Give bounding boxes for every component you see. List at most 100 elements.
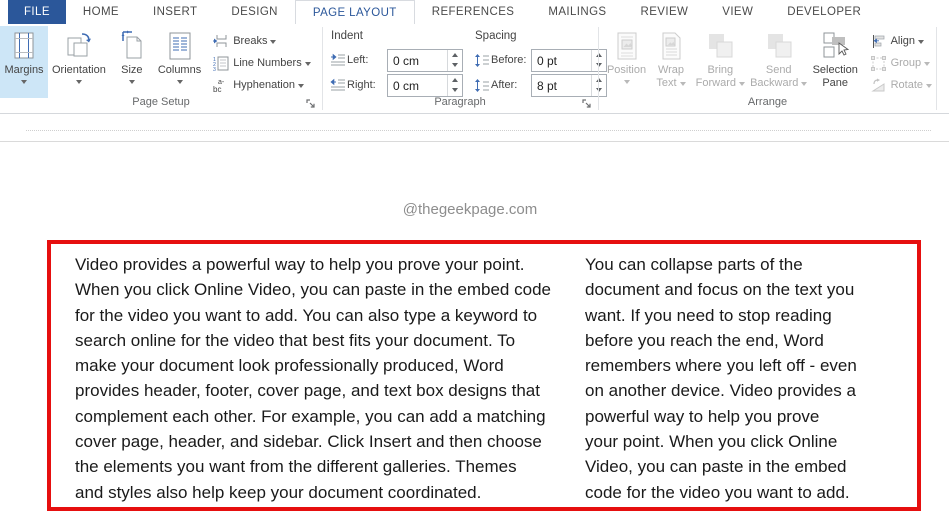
bring-forward-label-line2: Forward xyxy=(696,77,736,90)
tab-design[interactable]: DESIGN xyxy=(214,0,295,24)
bring-forward-label-line1: Bring xyxy=(707,64,733,77)
tab-home[interactable]: HOME xyxy=(66,0,136,24)
text-line: code for the video you want to add. xyxy=(585,480,885,505)
wrap-text-icon xyxy=(658,28,684,64)
wrap-text-button[interactable]: Wrap Text xyxy=(649,26,693,98)
page-setup-dialog-launcher[interactable] xyxy=(305,98,317,110)
position-icon xyxy=(614,28,640,64)
tab-view[interactable]: VIEW xyxy=(705,0,770,24)
group-page-setup: Margins Orientation xyxy=(0,24,322,113)
wrap-text-label-line1: Wrap xyxy=(658,64,684,77)
selection-pane-button[interactable]: Selection Pane xyxy=(810,26,861,98)
dropdown-caret-icon xyxy=(305,62,311,66)
line-numbers-button[interactable]: 1 2 3 Line Numbers xyxy=(209,52,313,74)
text-line: You can collapse parts of the xyxy=(585,252,885,277)
tab-page-layout[interactable]: PAGE LAYOUT xyxy=(295,0,415,24)
selection-pane-icon xyxy=(820,28,850,64)
text-line: and styles also help keep your document … xyxy=(75,480,555,505)
indent-left-label: Left: xyxy=(347,54,387,66)
dropdown-caret-icon xyxy=(270,40,276,44)
selection-pane-label-line2: Pane xyxy=(822,77,848,90)
spacing-after-value: 8 pt xyxy=(532,75,591,96)
margins-button[interactable]: Margins xyxy=(0,26,48,98)
group-label: Group xyxy=(891,57,922,69)
text-line: your point. When you click Online xyxy=(585,429,885,454)
group-arrange: Position Wrap Text xyxy=(600,24,935,113)
size-button[interactable]: Size xyxy=(110,26,154,98)
indent-left-input[interactable]: 0 cm xyxy=(387,49,463,72)
document-left-column[interactable]: Video provides a powerful way to help yo… xyxy=(75,252,555,505)
tab-insert[interactable]: INSERT xyxy=(136,0,214,24)
tab-references[interactable]: REFERENCES xyxy=(415,0,532,24)
text-line: cover page, header, and sidebar. Click I… xyxy=(75,429,555,454)
bring-forward-icon xyxy=(705,28,735,64)
spacing-before-label: Before: xyxy=(491,54,531,66)
text-line: before you reach the end, Word xyxy=(585,328,885,353)
orientation-button[interactable]: Orientation xyxy=(48,26,110,98)
spacing-before-value: 0 pt xyxy=(532,50,591,71)
columns-icon xyxy=(166,28,194,64)
line-numbers-icon: 1 2 3 xyxy=(212,55,229,71)
bring-forward-button[interactable]: Bring Forward xyxy=(693,26,748,98)
paragraph-group-label: Paragraph xyxy=(323,96,597,112)
tab-file[interactable]: FILE xyxy=(8,0,66,24)
text-line: search online for the video that best fi… xyxy=(75,328,555,353)
indent-right-spin-down[interactable] xyxy=(448,85,462,96)
hyphenation-button[interactable]: a- bc Hyphenation xyxy=(209,74,313,96)
word-window: FILE HOME INSERT DESIGN PAGE LAYOUT REFE… xyxy=(0,0,949,516)
rotate-button[interactable]: Rotate xyxy=(867,74,935,96)
position-button[interactable]: Position xyxy=(604,26,649,98)
group-separator xyxy=(598,27,599,110)
rotate-label: Rotate xyxy=(891,79,923,91)
tab-review[interactable]: REVIEW xyxy=(624,0,706,24)
dropdown-caret-icon xyxy=(926,84,932,88)
spacing-after-input[interactable]: 8 pt xyxy=(531,74,607,97)
indent-left-spin-down[interactable] xyxy=(448,60,462,71)
spacing-before-icon xyxy=(473,53,491,68)
text-line: on another device. Video provides a xyxy=(585,378,885,403)
indent-right-icon xyxy=(329,78,347,92)
breaks-button[interactable]: Breaks xyxy=(209,30,313,52)
dropdown-caret-icon xyxy=(21,80,27,84)
group-button[interactable]: Group xyxy=(867,52,935,74)
dropdown-caret-icon xyxy=(739,82,745,86)
indent-right-value: 0 cm xyxy=(388,75,447,96)
text-line: provides header, footer, cover page, and… xyxy=(75,378,555,403)
wrap-text-label-line2: Text xyxy=(656,77,676,90)
hyphenation-label: Hyphenation xyxy=(233,79,295,91)
page-setup-group-label: Page Setup xyxy=(0,96,322,112)
dropdown-caret-icon xyxy=(801,82,807,86)
send-backward-label-line1: Send xyxy=(766,64,792,77)
page-boundary-dotted-line xyxy=(26,130,931,131)
indent-right-spin-up[interactable] xyxy=(448,75,462,86)
paragraph-dialog-launcher[interactable] xyxy=(581,98,593,110)
document-right-column[interactable]: You can collapse parts of the document a… xyxy=(585,252,885,505)
watermark-text: @thegeekpage.com xyxy=(330,201,610,218)
spacing-before-input[interactable]: 0 pt xyxy=(531,49,607,72)
page-break-icon xyxy=(212,33,229,49)
align-button[interactable]: Align xyxy=(867,30,935,52)
margins-icon xyxy=(9,28,39,64)
columns-button[interactable]: Columns xyxy=(154,26,205,98)
spacing-section: Spacing Before: 0 pt xyxy=(473,30,607,97)
tab-developer[interactable]: DEVELOPER xyxy=(770,0,878,24)
text-line: When you click Online Video, you can pas… xyxy=(75,277,555,302)
ribbon: Margins Orientation xyxy=(0,24,949,114)
indent-left-spin-up[interactable] xyxy=(448,50,462,61)
rotate-icon xyxy=(870,77,887,93)
dropdown-caret-icon xyxy=(177,80,183,84)
text-line: for the video you want to add. You can a… xyxy=(75,303,555,328)
ribbon-tab-bar: FILE HOME INSERT DESIGN PAGE LAYOUT REFE… xyxy=(0,0,949,24)
send-backward-button[interactable]: Send Backward xyxy=(748,26,810,98)
tab-mailings[interactable]: MAILINGS xyxy=(531,0,623,24)
selection-pane-label-line1: Selection xyxy=(813,64,858,77)
align-label: Align xyxy=(891,35,915,47)
dropdown-caret-icon xyxy=(129,80,135,84)
size-icon xyxy=(118,28,146,64)
text-line: powerful way to help you prove xyxy=(585,404,885,429)
indent-right-input[interactable]: 0 cm xyxy=(387,74,463,97)
text-line: Video, you can paste in the embed xyxy=(585,454,885,479)
spacing-after-label: After: xyxy=(491,79,531,91)
spacing-before-row: Before: 0 pt xyxy=(473,48,607,72)
indent-right-label: Right: xyxy=(347,79,387,91)
